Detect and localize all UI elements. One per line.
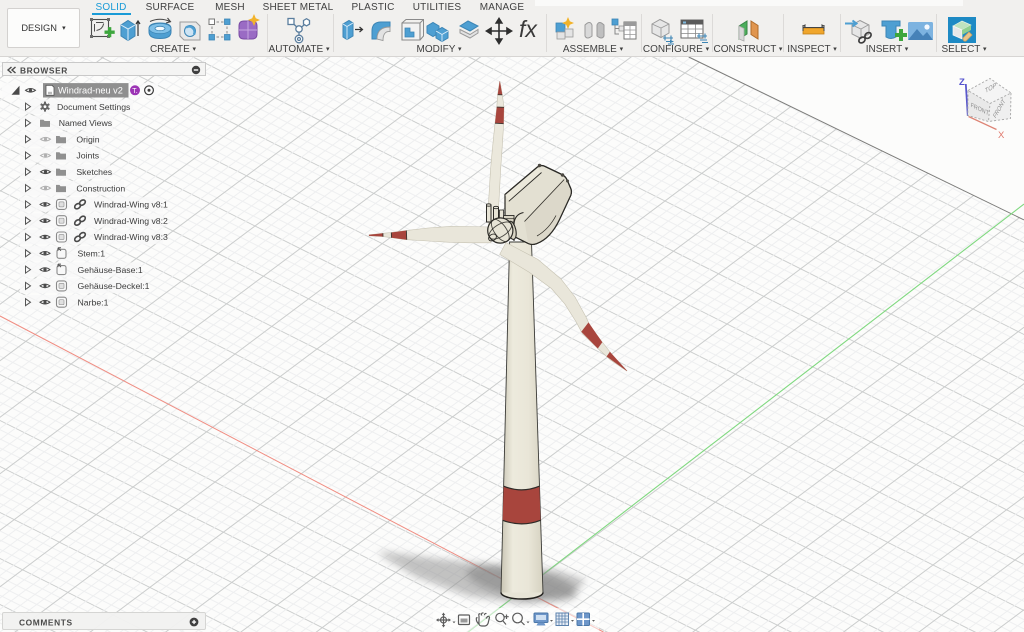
svg-text:X: X — [998, 130, 1005, 141]
svg-text:Gehäuse-Deckel:1: Gehäuse-Deckel:1 — [78, 281, 150, 291]
svg-text:Windrad-Wing v8:2: Windrad-Wing v8:2 — [94, 216, 168, 226]
svg-text:Joints: Joints — [76, 151, 99, 161]
svg-text:Sketches: Sketches — [76, 167, 112, 177]
svg-text:fx: fx — [519, 16, 538, 42]
svg-text:Stem:1: Stem:1 — [78, 249, 106, 259]
svg-text:Document Settings: Document Settings — [57, 102, 131, 112]
svg-text:Windrad-Wing v8:3: Windrad-Wing v8:3 — [94, 232, 168, 242]
svg-text:BROWSER: BROWSER — [20, 66, 68, 76]
svg-text:Construction: Construction — [76, 183, 125, 193]
svg-text:COMMENTS: COMMENTS — [19, 618, 73, 628]
svg-text:Z: Z — [959, 77, 965, 88]
svg-text:Windrad-Wing v8:1: Windrad-Wing v8:1 — [94, 200, 168, 210]
svg-text:Origin: Origin — [76, 134, 99, 144]
svg-text:Gehäuse-Base:1: Gehäuse-Base:1 — [78, 265, 143, 275]
svg-text:Narbe:1: Narbe:1 — [78, 297, 109, 307]
svg-text:Windrad-neu v2: Windrad-neu v2 — [58, 86, 123, 96]
svg-text:T.: T. — [132, 88, 138, 95]
svg-text:Named Views: Named Views — [59, 118, 113, 128]
